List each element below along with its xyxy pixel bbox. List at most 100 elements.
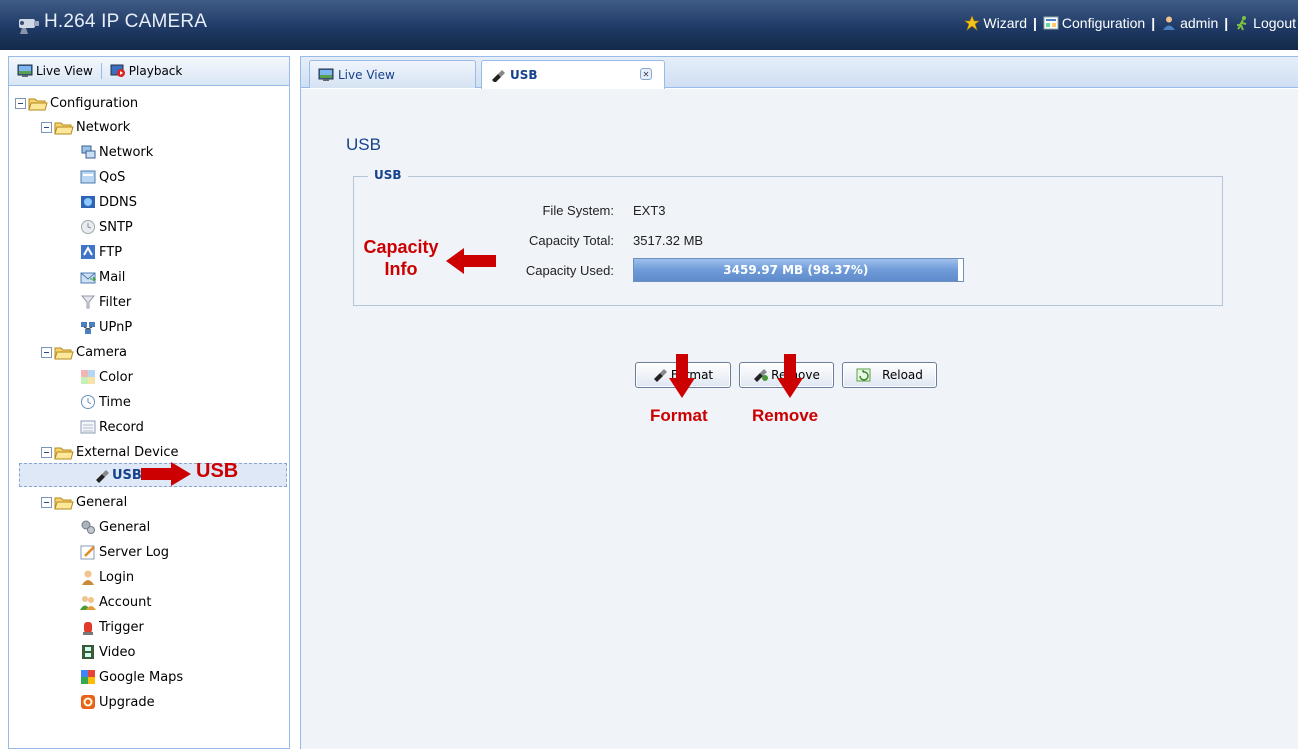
tab-usb[interactable]: USB ✕ (481, 60, 665, 89)
tree-item-google-maps[interactable]: Google Maps (80, 665, 183, 689)
fieldset-legend: USB (368, 168, 408, 182)
playback-icon (110, 64, 125, 77)
tree-item-ftp[interactable]: FTP (80, 240, 122, 264)
tree-item-server-log[interactable]: Server Log (80, 540, 169, 564)
tab-label: Live View (338, 67, 395, 82)
nav-separator: | (1032, 15, 1037, 31)
app-title: H.264 IP CAMERA (44, 11, 208, 32)
tree-label: DDNS (99, 194, 137, 210)
logout-link[interactable]: Logout (1234, 15, 1296, 31)
tree-item-account[interactable]: Account (80, 590, 152, 614)
tree-item-general[interactable]: General (80, 515, 150, 539)
tab-label: USB (510, 68, 538, 82)
tree-label: External Device (76, 444, 179, 460)
tree-label: Record (99, 419, 144, 435)
tree-node-camera-folder[interactable]: Camera (41, 340, 127, 364)
wizard-icon (964, 15, 981, 31)
tree-item-ddns[interactable]: DDNS (80, 190, 137, 214)
annotation-capacity-line2: Info (384, 259, 418, 279)
tree-node-configuration[interactable]: Configuration (15, 91, 138, 115)
ftp-icon (81, 245, 95, 259)
account-icon (80, 596, 96, 610)
tree-item-login[interactable]: Login (80, 565, 134, 589)
tree-item-color[interactable]: Color (80, 365, 133, 389)
tree-item-video[interactable]: Video (80, 640, 135, 664)
tree-item-mail[interactable]: Mail (80, 265, 125, 289)
tab-live-view[interactable]: Live View (309, 60, 476, 88)
tree-label: UPnP (99, 319, 133, 335)
wizard-link[interactable]: Wizard (964, 15, 1027, 31)
close-tab-icon[interactable]: ✕ (640, 68, 652, 80)
tree-item-upgrade[interactable]: Upgrade (80, 690, 155, 714)
collapse-toggle-icon[interactable] (41, 446, 52, 458)
nav-separator: | (1224, 15, 1229, 31)
google-maps-icon (81, 670, 95, 684)
tree-label: Configuration (50, 95, 139, 111)
remove-annotation-arrow-icon (777, 354, 803, 398)
wizard-label: Wizard (983, 15, 1027, 31)
tree-item-network[interactable]: Network (80, 140, 153, 164)
format-annotation-arrow-icon (669, 354, 695, 398)
sidebar-tab-playback[interactable]: Playback (110, 64, 182, 78)
tree-item-record[interactable]: Record (80, 415, 144, 439)
tree-label: Mail (99, 269, 126, 285)
color-icon (81, 370, 95, 384)
user-icon (1163, 16, 1176, 30)
tree-label: Trigger (99, 619, 144, 635)
tree-node-network-folder[interactable]: Network (41, 115, 130, 139)
page-title: USB (346, 135, 381, 154)
file-system-label: File System: (542, 202, 614, 218)
logout-label: Logout (1253, 15, 1296, 31)
tree-item-time[interactable]: Time (80, 390, 131, 414)
collapse-toggle-icon[interactable] (41, 121, 52, 133)
logout-icon (1237, 16, 1247, 31)
tree-item-filter[interactable]: Filter (80, 290, 131, 314)
capacity-used-text: 3459.97 MB (98.37%) (723, 263, 869, 277)
tree-label: Camera (76, 344, 128, 360)
usb-icon (96, 470, 109, 483)
sidebar-tabs: Live View Playback (9, 57, 289, 86)
live-view-icon (17, 64, 33, 77)
app-header: H.264 IP CAMERA Wizard | Configuration |… (0, 0, 1298, 50)
collapse-toggle-icon[interactable] (15, 97, 26, 109)
collapse-toggle-icon[interactable] (41, 496, 52, 508)
clock-icon (81, 395, 95, 409)
admin-user-link[interactable]: admin (1161, 15, 1218, 31)
server-log-icon (80, 545, 95, 560)
sidebar-tab-live-view[interactable]: Live View (17, 64, 93, 78)
annotation-usb: USB (196, 460, 239, 482)
collapse-toggle-icon[interactable] (41, 346, 52, 358)
reload-button-label: Reload (882, 368, 923, 382)
tree-label: Color (99, 369, 133, 385)
configuration-link[interactable]: Configuration (1043, 15, 1145, 31)
tree-label: General (99, 519, 151, 535)
tree-node-external-device-folder[interactable]: External Device (41, 440, 179, 464)
tree-item-upnp[interactable]: UPnP (80, 315, 132, 339)
upgrade-icon (81, 695, 95, 709)
capacity-total-label: Capacity Total: (528, 232, 614, 248)
qos-icon (80, 170, 96, 184)
tree-label: Network (76, 119, 131, 135)
mail-icon (80, 272, 96, 284)
tree-label: Account (99, 594, 152, 610)
reload-icon (856, 368, 871, 382)
tree-label: QoS (99, 169, 126, 185)
tree-node-general-folder[interactable]: General (41, 490, 127, 514)
sidebar: Live View Playback Configuration Network… (8, 56, 290, 749)
tree-item-sntp[interactable]: SNTP (80, 215, 133, 239)
tree-item-qos[interactable]: QoS (80, 165, 125, 189)
annotation-format: Format (650, 406, 708, 425)
reload-button[interactable]: Reload (842, 362, 937, 388)
tree-item-trigger[interactable]: Trigger (80, 615, 144, 639)
capacity-used-progress-fill: 3459.97 MB (98.37%) (634, 259, 958, 281)
capacity-info-arrow-icon (446, 248, 496, 274)
tree-label: USB (112, 467, 142, 483)
tree-label: Time (99, 394, 131, 410)
gears-icon (81, 520, 95, 534)
annotation-capacity-line1: Capacity (363, 237, 439, 257)
ddns-icon (81, 196, 95, 208)
live-view-icon (318, 68, 334, 81)
usb-icon (492, 70, 505, 82)
tree-label: Google Maps (99, 669, 184, 685)
login-icon (82, 570, 94, 585)
